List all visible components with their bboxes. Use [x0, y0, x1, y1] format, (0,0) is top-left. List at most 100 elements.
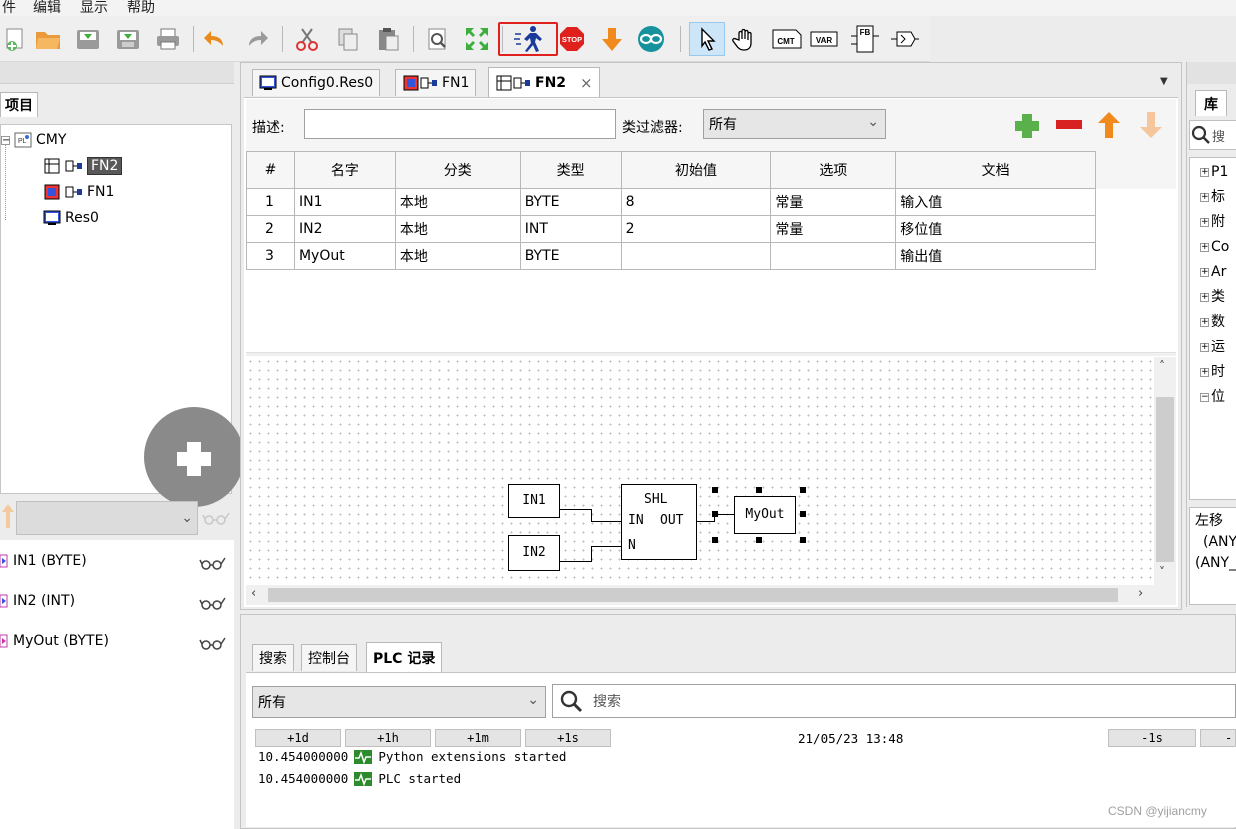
- copy-icon[interactable]: [333, 24, 363, 54]
- chevron-left-icon[interactable]: ‹: [251, 586, 256, 601]
- table-row[interactable]: 1 IN1 本地 BYTE 8 常量 输入值: [246, 188, 1096, 216]
- undo-icon[interactable]: [200, 24, 230, 54]
- fbd-canvas[interactable]: IN1 IN2 SHL IN OUT N MyOut: [246, 357, 1154, 585]
- library-tree-item[interactable]: + P1: [1200, 160, 1229, 185]
- cell-class[interactable]: 本地: [394, 188, 521, 216]
- library-tree-item[interactable]: + 类: [1200, 285, 1229, 310]
- cell-initial-value[interactable]: [620, 242, 772, 270]
- chevron-up-icon[interactable]: ˄: [1159, 359, 1165, 373]
- input-variable-in2[interactable]: IN2: [508, 535, 560, 571]
- cell-type[interactable]: BYTE: [519, 242, 622, 270]
- cell-documentation[interactable]: 输出值: [895, 242, 1096, 270]
- cell-option[interactable]: [770, 242, 897, 270]
- tab-project[interactable]: 项目: [0, 92, 38, 117]
- library-tree-item[interactable]: + 数: [1200, 310, 1229, 335]
- canvas-vscrollbar[interactable]: ˄ ˅: [1154, 357, 1176, 585]
- list-item[interactable]: MyOut (BYTE): [0, 630, 234, 652]
- cell-name[interactable]: MyOut: [293, 242, 396, 270]
- cell-name[interactable]: IN2: [293, 215, 396, 243]
- selection-handle[interactable]: [800, 511, 806, 517]
- library-tree-item[interactable]: + Co: [1200, 235, 1229, 260]
- selection-handle[interactable]: [712, 487, 718, 493]
- cell-initial-value[interactable]: 2: [620, 215, 772, 243]
- chevron-down-icon[interactable]: ˅: [1159, 565, 1165, 579]
- expand-icon[interactable]: +: [1200, 218, 1209, 227]
- selection-handle[interactable]: [712, 511, 718, 517]
- arduino-icon[interactable]: [636, 24, 666, 54]
- time-minus-button[interactable]: -: [1200, 729, 1236, 747]
- paste-icon[interactable]: [373, 24, 403, 54]
- tab-search[interactable]: 搜索: [252, 644, 294, 671]
- tree-root[interactable]: − PL CMY: [1, 130, 66, 150]
- cell-initial-value[interactable]: 8: [620, 188, 772, 216]
- menu-file[interactable]: 件: [2, 0, 16, 17]
- move-down-button[interactable]: [1138, 110, 1164, 140]
- chevron-right-icon[interactable]: ›: [1138, 586, 1143, 601]
- class-filter-select[interactable]: 所有 ⌄: [703, 109, 886, 139]
- library-search[interactable]: 搜: [1189, 120, 1236, 150]
- scroll-thumb[interactable]: [268, 588, 1118, 602]
- tree-item-fn2[interactable]: FN2: [43, 156, 123, 176]
- tab-library[interactable]: 库: [1195, 90, 1227, 116]
- shl-function-block[interactable]: SHL IN OUT N: [621, 484, 697, 560]
- canvas-hscrollbar[interactable]: ‹ ›: [246, 585, 1176, 605]
- function-block-icon[interactable]: FB: [848, 24, 882, 54]
- collapse-icon[interactable]: −: [1200, 393, 1209, 402]
- list-item[interactable]: IN2 (INT): [0, 590, 234, 612]
- save-as-icon[interactable]: [113, 24, 143, 54]
- output-variable-myout[interactable]: MyOut: [734, 496, 796, 534]
- tree-item-res0[interactable]: Res0: [43, 208, 99, 228]
- time-plus-1s-button[interactable]: +1s: [525, 729, 611, 747]
- cell-documentation[interactable]: 移位值: [895, 215, 1096, 243]
- redo-icon[interactable]: [242, 24, 272, 54]
- col-name[interactable]: 名字: [293, 151, 396, 189]
- library-tree-item[interactable]: + 时: [1200, 360, 1229, 385]
- stop-icon[interactable]: STOP: [557, 24, 587, 54]
- selection-handle[interactable]: [800, 487, 806, 493]
- expand-icon[interactable]: +: [1200, 243, 1209, 252]
- save-icon[interactable]: [73, 24, 103, 54]
- run-button[interactable]: [498, 22, 558, 56]
- col-type[interactable]: 类型: [519, 151, 622, 189]
- col-documentation[interactable]: 文档: [895, 151, 1096, 189]
- cell-class[interactable]: 本地: [394, 215, 521, 243]
- cell-option[interactable]: 常量: [770, 215, 897, 243]
- tab-fn1[interactable]: FN1: [395, 69, 477, 96]
- library-tree-item[interactable]: − 位: [1200, 385, 1229, 410]
- menu-edit[interactable]: 编辑: [33, 0, 61, 17]
- add-element-button[interactable]: [144, 407, 244, 507]
- collapse-icon[interactable]: −: [1, 135, 10, 145]
- cell-name[interactable]: IN1: [293, 188, 396, 216]
- search-zoom-icon[interactable]: [423, 24, 453, 54]
- pointer-icon[interactable]: [689, 22, 725, 56]
- selection-handle[interactable]: [756, 537, 762, 543]
- fullscreen-icon[interactable]: [462, 24, 492, 54]
- col-index[interactable]: #: [246, 151, 295, 189]
- cell-documentation[interactable]: 输入值: [895, 188, 1096, 216]
- connector-icon[interactable]: [888, 24, 922, 54]
- variable-icon[interactable]: VAR: [808, 24, 842, 54]
- col-option[interactable]: 选项: [770, 151, 897, 189]
- print-icon[interactable]: [153, 24, 183, 54]
- library-tree-item[interactable]: + Ar: [1200, 260, 1229, 285]
- library-tree-item[interactable]: + 标: [1200, 185, 1229, 210]
- add-row-button[interactable]: [1013, 112, 1041, 140]
- tab-console[interactable]: 控制台: [301, 644, 357, 671]
- log-level-select[interactable]: 所有 ⌄: [252, 686, 546, 718]
- time-plus-1h-button[interactable]: +1h: [345, 729, 431, 747]
- selection-handle[interactable]: [800, 537, 806, 543]
- menu-view[interactable]: 显示: [80, 0, 108, 17]
- glasses-icon[interactable]: [201, 510, 231, 526]
- tab-menu-icon[interactable]: ▼: [1160, 76, 1168, 87]
- cell-class[interactable]: 本地: [394, 242, 521, 270]
- up-arrow-icon[interactable]: [0, 498, 16, 536]
- new-file-icon[interactable]: [0, 24, 30, 54]
- expand-icon[interactable]: +: [1200, 268, 1209, 277]
- menu-help[interactable]: 帮助: [127, 0, 155, 17]
- col-initial-value[interactable]: 初始值: [620, 151, 772, 189]
- col-class[interactable]: 分类: [394, 151, 521, 189]
- expand-icon[interactable]: +: [1200, 193, 1209, 202]
- table-row[interactable]: 3 MyOut 本地 BYTE 输出值: [246, 242, 1096, 270]
- selection-handle[interactable]: [756, 487, 762, 493]
- expand-icon[interactable]: +: [1200, 318, 1209, 327]
